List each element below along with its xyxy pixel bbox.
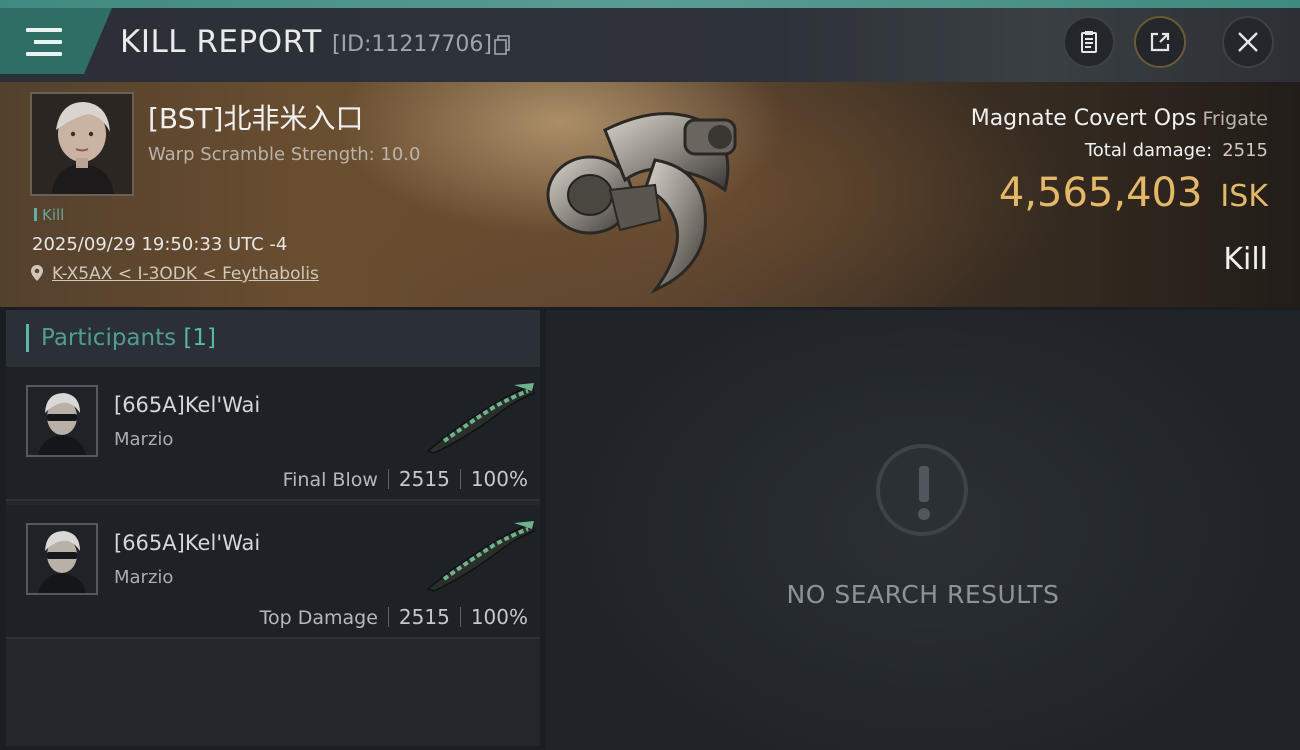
header-accent-bar [26, 324, 29, 352]
participant-name: [665A]Kel'Wai [114, 393, 261, 417]
ship-name: Magnate Covert Ops Frigate [971, 106, 1268, 131]
share-button[interactable] [1134, 16, 1186, 68]
share-icon [1150, 32, 1170, 52]
participant-stats: Top Damage 2515 100% [260, 605, 528, 629]
participant-ship-icon [426, 521, 535, 592]
isk-value: 4,565,403 ISK [999, 170, 1268, 216]
ship-image [546, 112, 737, 294]
close-icon [1238, 32, 1258, 52]
participants-title: Participants [1] [41, 325, 216, 351]
page-title: KILL REPORT [120, 24, 322, 60]
participant-role: Final Blow [282, 469, 378, 491]
participants-label: Participants [41, 325, 177, 351]
ship-type: Magnate Covert Ops [970, 106, 1197, 131]
participant-row[interactable]: [665A]Kel'Wai Marzio Top Damage 2515 100% [6, 505, 540, 639]
result-label: Kill [1223, 242, 1268, 277]
participant-name: [665A]Kel'Wai [114, 531, 261, 555]
kill-id: [ID:11217706] [332, 32, 492, 57]
total-damage: Total damage: 2515 [1085, 140, 1268, 161]
participant-percent: 100% [470, 467, 528, 491]
copy-icon[interactable] [494, 35, 510, 55]
participant-avatar[interactable] [26, 385, 98, 457]
isk-unit: ISK [1220, 179, 1268, 214]
participant-damage: 2515 [398, 605, 450, 629]
kill-banner: [BST]北非米入口 Warp Scramble Strength: 10.0 … [0, 82, 1300, 307]
location-link[interactable]: K-X5AX < I-3ODK < Feythabolis [52, 264, 319, 284]
menu-button[interactable] [0, 8, 112, 74]
participant-role: Top Damage [259, 607, 378, 629]
participants-header[interactable]: Participants [1] [6, 310, 540, 367]
participant-avatar[interactable] [26, 523, 98, 595]
clipboard-button[interactable] [1063, 16, 1115, 68]
details-panel: NO SEARCH RESULTS [546, 310, 1300, 750]
participants-count: [1] [183, 325, 217, 351]
victim-portrait[interactable] [30, 92, 134, 196]
location-pin-icon [31, 265, 43, 281]
exclamation-icon [876, 444, 968, 536]
total-damage-value: 2515 [1222, 140, 1268, 161]
isk-amount: 4,565,403 [998, 170, 1203, 216]
close-button[interactable] [1222, 16, 1274, 68]
participants-panel: Participants [1] [665A]Kel'Wai Marzio Fi… [6, 310, 540, 746]
clipboard-icon [1081, 31, 1097, 53]
participant-ship: Marzio [114, 429, 174, 450]
participant-damage: 2515 [398, 467, 450, 491]
participant-row[interactable]: [665A]Kel'Wai Marzio Final Blow 2515 100% [6, 367, 540, 501]
kill-datetime: 2025/09/29 19:50:33 UTC -4 [32, 234, 288, 255]
kill-tag: Kill [34, 206, 64, 224]
menu-icon [26, 28, 62, 56]
warp-scramble-strength: Warp Scramble Strength: 10.0 [148, 144, 421, 165]
no-results-text: NO SEARCH RESULTS [786, 580, 1060, 609]
ship-class: Frigate [1202, 108, 1268, 130]
participant-ship: Marzio [114, 567, 174, 588]
participant-ship-icon [426, 383, 535, 454]
kill-location[interactable]: K-X5AX < I-3ODK < Feythabolis [30, 264, 319, 284]
victim-name: [BST]北非米入口 [148, 102, 364, 135]
participant-percent: 100% [470, 605, 528, 629]
participant-stats: Final Blow 2515 100% [283, 467, 528, 491]
top-bar: KILL REPORT [ID:11217706] [0, 0, 1300, 82]
total-damage-label: Total damage: [1084, 140, 1213, 161]
